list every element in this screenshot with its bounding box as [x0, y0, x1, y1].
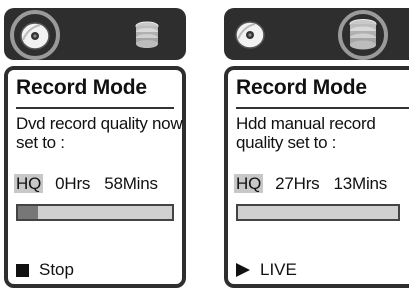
quality-message: Dvd record quality now set to : — [16, 114, 183, 152]
hdd-icon[interactable] — [338, 10, 388, 60]
record-mode-panel-hdd: Record Mode Hdd manual record quality se… — [224, 0, 409, 288]
dvd-icon[interactable] — [234, 19, 266, 51]
status-label: LIVE — [260, 260, 297, 279]
quality-readout: HQ 0Hrs 58Mins — [14, 174, 158, 194]
playback-status: Stop — [16, 260, 74, 280]
quality-mode: HQ — [14, 174, 44, 193]
remaining-mins: 13Mins — [333, 174, 388, 193]
quality-message: Hdd manual record quality set to : — [236, 114, 376, 152]
play-icon — [236, 263, 250, 277]
capacity-bar — [16, 204, 174, 221]
capacity-bar-fill — [18, 206, 39, 219]
title-divider — [236, 107, 409, 109]
dialog-title: Record Mode — [236, 76, 367, 99]
record-mode-dialog: Record Mode Hdd manual record quality se… — [224, 66, 409, 288]
playback-status: LIVE — [236, 260, 297, 280]
quality-mode: HQ — [234, 174, 264, 193]
record-mode-panel-dvd: Record Mode Dvd record quality now set t… — [4, 0, 194, 288]
status-label: Stop — [39, 260, 74, 279]
remaining-hours: 0Hrs — [55, 174, 91, 193]
source-toolbar — [4, 8, 186, 60]
dvd-icon[interactable] — [10, 10, 60, 60]
remaining-mins: 58Mins — [104, 174, 158, 193]
dialog-title: Record Mode — [16, 76, 147, 99]
remaining-hours: 27Hrs — [275, 174, 320, 193]
hdd-icon[interactable] — [132, 21, 162, 51]
capacity-bar — [236, 204, 400, 221]
record-mode-dialog: Record Mode Dvd record quality now set t… — [4, 66, 186, 288]
title-divider — [16, 107, 174, 109]
quality-readout: HQ 27Hrs 13Mins — [234, 174, 388, 194]
stop-icon — [16, 263, 29, 277]
source-toolbar — [224, 8, 409, 60]
